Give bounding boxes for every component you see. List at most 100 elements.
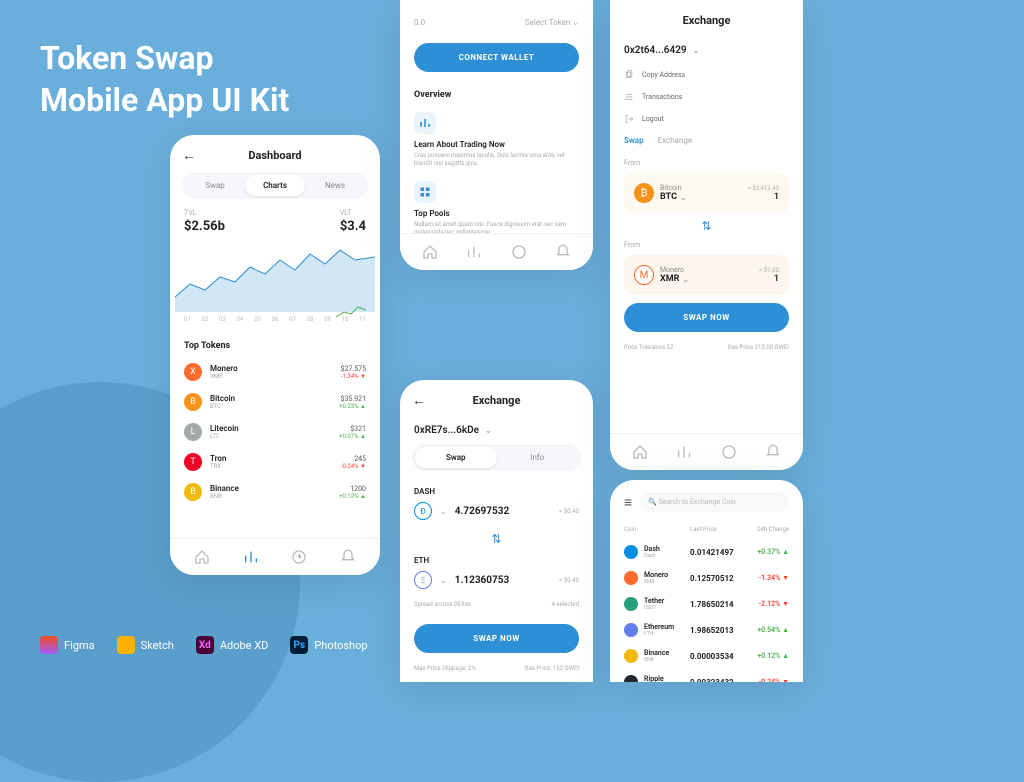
- list-row[interactable]: MoneroXMR0.12570512-1.34% ▼: [610, 565, 803, 591]
- learn-title: Learn About Trading Now: [414, 140, 579, 149]
- coin-name: Ethereum: [644, 623, 674, 631]
- coin-symbol: BNB: [644, 657, 669, 663]
- tab-info[interactable]: Info: [497, 447, 579, 468]
- monero-icon: M: [634, 265, 654, 285]
- transactions-item[interactable]: Transactions: [610, 86, 803, 108]
- bell-icon[interactable]: [340, 549, 356, 565]
- coin-change: -0.24% ▼: [745, 678, 789, 682]
- exchange-tab[interactable]: Exchange: [658, 136, 693, 145]
- chevron-down-icon[interactable]: ⌄: [440, 507, 447, 516]
- tabs: Swap Charts News: [182, 172, 368, 199]
- swap-now-button[interactable]: SWAP NOW: [624, 303, 789, 332]
- dash-label: DASH: [400, 481, 593, 498]
- overview-title: Overview: [400, 80, 593, 106]
- list-row[interactable]: BinanceBNB0.00003534+0.12% ▲: [610, 643, 803, 669]
- dash-approx: ≈ $0.40: [559, 508, 579, 515]
- coin-symbol: USDT: [644, 605, 664, 611]
- menu-icon[interactable]: ≡: [624, 494, 632, 511]
- amount-value[interactable]: 1: [759, 274, 779, 284]
- token-change: +0.23% ▲: [339, 403, 366, 410]
- back-icon[interactable]: ←: [182, 147, 196, 164]
- copy-address-item[interactable]: Copy Address: [610, 64, 803, 86]
- chevron-down-icon[interactable]: ⌄: [680, 193, 687, 202]
- tab-news[interactable]: News: [305, 175, 365, 196]
- token-row[interactable]: XMoneroXMR$27.575-1.34% ▼: [170, 357, 380, 387]
- token-change: +0.07% ▲: [339, 433, 366, 440]
- token-row[interactable]: TTronTRX245-0.24% ▼: [170, 447, 380, 477]
- tab-charts[interactable]: Charts: [245, 175, 305, 196]
- from-label: From: [624, 159, 789, 167]
- token-row[interactable]: BBitcoinBTC$35.921+0.23% ▲: [170, 387, 380, 417]
- chart-icon-box: [414, 112, 436, 134]
- bitcoin-icon: ₿: [634, 183, 654, 203]
- chart-icon[interactable]: [676, 444, 692, 460]
- swap-tab[interactable]: Swap: [624, 136, 644, 145]
- chart-icon[interactable]: [243, 549, 259, 565]
- header-title: Exchange: [683, 14, 731, 27]
- swap-direction-icon[interactable]: ⇅: [400, 532, 593, 546]
- token-symbol: BTC: [210, 403, 331, 410]
- back-icon[interactable]: ←: [412, 392, 426, 409]
- home-icon[interactable]: [632, 444, 648, 460]
- home-icon[interactable]: [422, 244, 438, 260]
- list-row[interactable]: TetherUSDT1.78650214-2.12% ▼: [610, 591, 803, 617]
- coin-name: Bitcoin: [660, 184, 687, 192]
- bell-icon[interactable]: [765, 444, 781, 460]
- clock-icon[interactable]: [721, 444, 737, 460]
- learn-desc: Cras posuere maximus iaculis. Duis lacin…: [414, 152, 579, 169]
- token-name: Tron: [210, 454, 333, 463]
- from-label: From: [624, 241, 789, 249]
- amount-value[interactable]: 1: [748, 192, 779, 202]
- logout-item[interactable]: Logout: [610, 108, 803, 130]
- tab-swap[interactable]: Swap: [185, 175, 245, 196]
- amount-approx: ≈ $1.00: [759, 267, 779, 274]
- list-row[interactable]: DashDash0.01421497+0.37% ▲: [610, 539, 803, 565]
- tvl-value: $2.56b: [184, 219, 225, 234]
- token-change: +0.12% ▲: [339, 493, 366, 500]
- token-symbol: TRX: [210, 463, 333, 470]
- chart-icon[interactable]: [466, 244, 482, 260]
- coin-symbol: XMR: [644, 579, 668, 585]
- token-row[interactable]: LLitecoinLTC$321+0.07% ▲: [170, 417, 380, 447]
- address-selector[interactable]: 0x2t64...6429⌄: [610, 37, 803, 64]
- coin-symbol: ETH: [644, 631, 674, 637]
- eth-value[interactable]: 1.12360753: [455, 575, 551, 586]
- search-input[interactable]: 🔍 Search to Exchange Coin: [640, 492, 789, 512]
- header-title: Exchange: [473, 394, 521, 407]
- tolerance-label: Price Tolerance 52: [624, 344, 673, 351]
- token-value: $27.575: [341, 365, 366, 373]
- bell-icon[interactable]: [555, 244, 571, 260]
- amount-placeholder[interactable]: 0.0: [414, 18, 425, 27]
- grid-icon-box: [414, 181, 436, 203]
- chevron-down-icon[interactable]: ⌄: [440, 576, 447, 585]
- chevron-down-icon[interactable]: ⌄: [682, 275, 689, 284]
- swap-direction-icon[interactable]: ⇅: [610, 219, 803, 233]
- xd-icon: Xd: [196, 636, 214, 654]
- chevron-down-icon: ⌄: [693, 46, 700, 55]
- header-title: Dashboard: [248, 149, 301, 162]
- connect-wallet-button[interactable]: CONNECT WALLET: [414, 43, 579, 72]
- token-icon: B: [184, 483, 202, 501]
- select-token[interactable]: Select Token ⌄: [525, 18, 579, 27]
- address-selector[interactable]: 0xRE7s...6kDe⌄: [400, 417, 593, 444]
- phone-coin-list: ≡ 🔍 Search to Exchange Coin Coin Last Pr…: [610, 480, 803, 682]
- home-icon[interactable]: [194, 549, 210, 565]
- coin-price: 0.00323432: [690, 678, 745, 683]
- bottom-nav: [170, 538, 380, 575]
- figma-icon: [40, 636, 58, 654]
- clock-icon[interactable]: [291, 549, 307, 565]
- list-row[interactable]: RippleXRP0.00323432-0.24% ▼: [610, 669, 803, 682]
- dash-value[interactable]: 4.72697532: [455, 506, 551, 517]
- token-row[interactable]: BBinanceBNB1200+0.12% ▲: [170, 477, 380, 507]
- swap-now-button[interactable]: SWAP NOW: [414, 624, 579, 653]
- clock-icon[interactable]: [511, 244, 527, 260]
- xmr-card: M Monero XMR⌄ ≈ $1.00 1: [624, 255, 789, 295]
- tab-swap[interactable]: Swap: [415, 447, 497, 468]
- coin-price: 1.78650214: [690, 600, 745, 609]
- list-row[interactable]: EthereumETH1.98652013+0.54% ▲: [610, 617, 803, 643]
- coin-name: Monero: [660, 266, 689, 274]
- phone-dashboard: ← Dashboard Swap Charts News TVL $2.56b …: [170, 135, 380, 575]
- coin-price: 1.98652013: [690, 626, 745, 635]
- gas-label: Gas Price: 152 GWEI: [524, 665, 579, 672]
- token-name: Bitcoin: [210, 394, 331, 403]
